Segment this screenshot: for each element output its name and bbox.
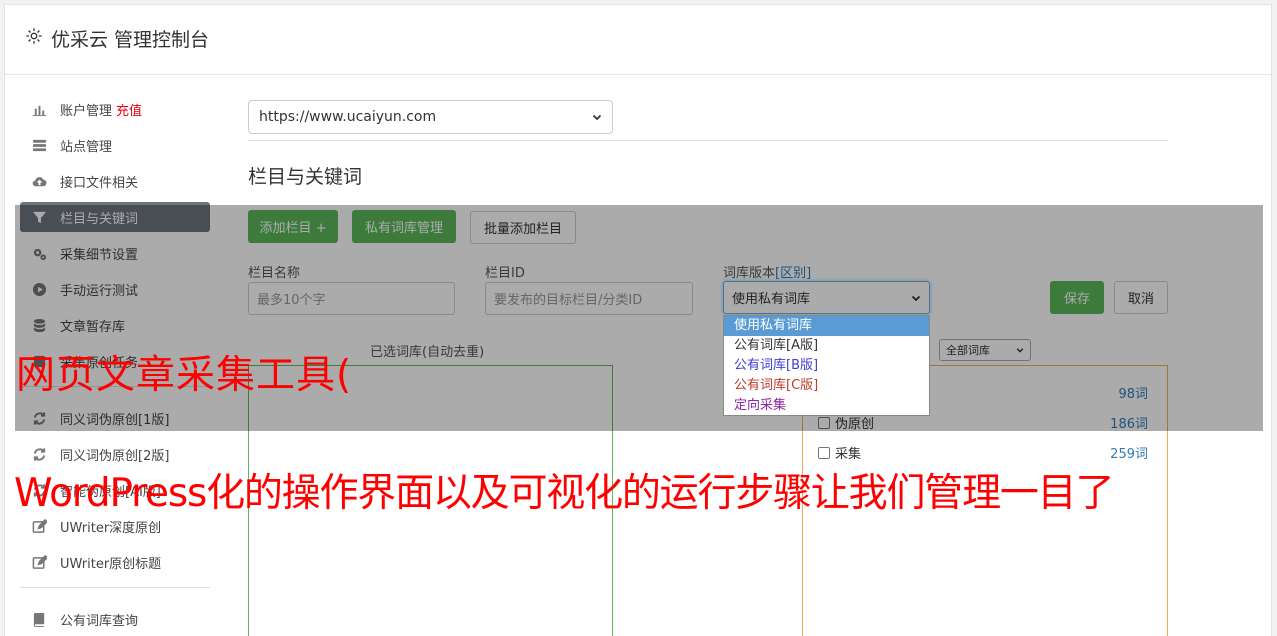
site-select-value: https://www.ucaiyun.com xyxy=(259,109,437,125)
dropdown-option[interactable]: 公有词库[B版] xyxy=(724,356,929,376)
section-title: 栏目与关键词 xyxy=(248,166,363,188)
lib-item[interactable]: 采集 xyxy=(818,443,861,462)
edit-icon xyxy=(30,554,48,569)
bar-chart-icon xyxy=(30,102,48,116)
sidebar-item-account[interactable]: 账户管理 充值 xyxy=(20,94,210,124)
sidebar-item-label: 公有词库查询 xyxy=(60,613,139,629)
sidebar-item-label: 同义词伪原创[2版] xyxy=(60,448,170,464)
dropdown-option[interactable]: 公有词库[C版] xyxy=(724,376,929,396)
dropdown-option[interactable]: 使用私有词库 xyxy=(724,316,929,336)
app-title: 优采云 管理控制台 xyxy=(51,29,210,51)
divider xyxy=(248,140,1168,141)
refresh-icon xyxy=(30,447,48,461)
top-bar: 优采云 管理控制台 xyxy=(5,5,1271,75)
sidebar-item-public-lib[interactable]: 公有词库查询 xyxy=(20,604,210,634)
server-icon xyxy=(30,138,48,152)
lib-item-count: 259词 xyxy=(1110,447,1148,462)
gear-icon xyxy=(25,27,43,50)
caption-line-1: 网页文章采集工具( xyxy=(16,353,353,398)
recharge-link[interactable]: 充值 xyxy=(116,100,142,119)
cloud-upload-icon xyxy=(30,174,48,188)
edit-icon xyxy=(30,518,48,533)
sidebar-item-uwriter-title[interactable]: UWriter原创标题 xyxy=(20,547,210,577)
lib-checkbox[interactable] xyxy=(818,446,830,459)
sidebar-item-interface[interactable]: 接口文件相关 xyxy=(20,166,210,196)
caption-line-2: WordPress化的操作界面以及可视化的运行步骤让我们管理一目了 xyxy=(14,471,1114,516)
dropdown-option[interactable]: 定向采集 xyxy=(724,396,929,416)
sidebar-item-label: 接口文件相关 xyxy=(60,175,139,191)
book-icon xyxy=(30,612,48,627)
site-select[interactable]: https://www.ucaiyun.com xyxy=(248,100,613,134)
sidebar-item-sites[interactable]: 站点管理 xyxy=(20,130,210,160)
dropdown-option[interactable]: 公有词库[A版] xyxy=(724,336,929,356)
sidebar-item-label: UWriter深度原创 xyxy=(60,520,162,536)
sidebar-item-label: 站点管理 xyxy=(60,139,113,155)
sidebar-divider xyxy=(20,587,210,588)
chevron-down-icon xyxy=(592,114,602,121)
brand[interactable]: 优采云 管理控制台 xyxy=(25,25,209,52)
sidebar-item-label: UWriter原创标题 xyxy=(60,556,162,572)
lib-item-label: 采集 xyxy=(835,447,862,462)
sidebar-item-label: 账户管理 xyxy=(60,103,113,119)
lib-version-dropdown[interactable]: 使用私有词库 公有词库[A版] 公有词库[B版] 公有词库[C版] 定向采集 xyxy=(723,315,930,416)
